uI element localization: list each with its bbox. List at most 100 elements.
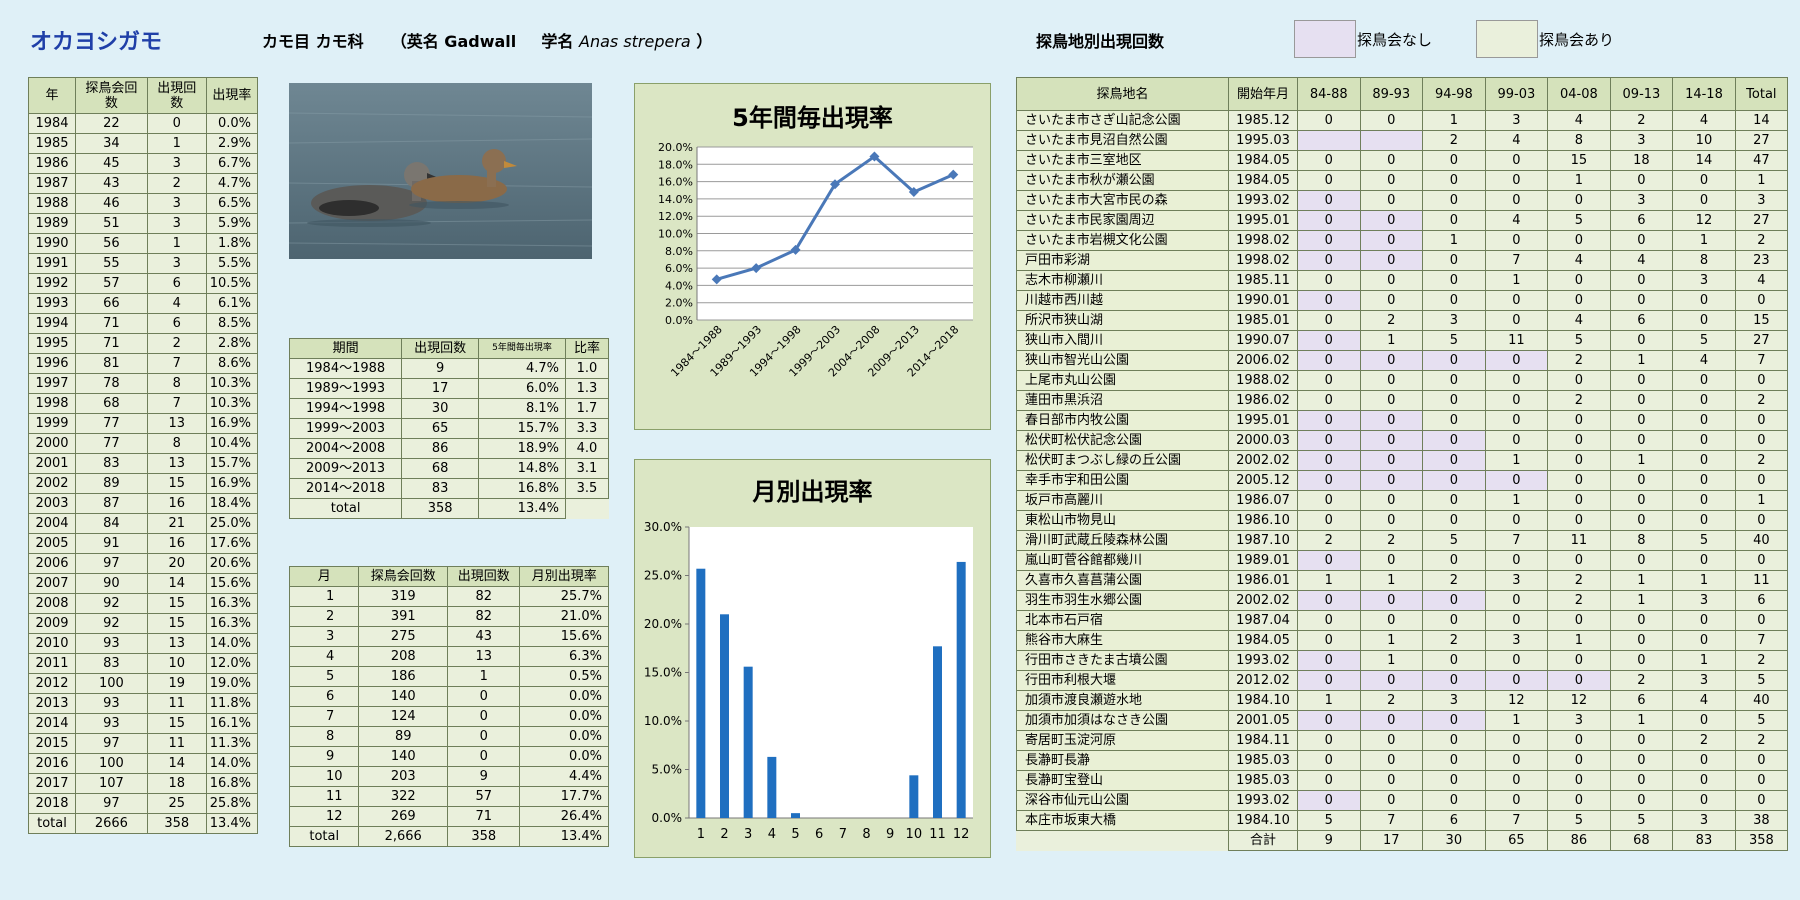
bar-y-tick-label: 0.0% bbox=[652, 811, 683, 825]
site-start-cell: 2006.02 bbox=[1228, 350, 1298, 371]
yearly-cell: 45 bbox=[75, 153, 148, 174]
site-total-row: 合計 9 17 30 65 86 68 83 358 bbox=[1017, 830, 1789, 851]
site-start-cell: 2002.02 bbox=[1228, 590, 1298, 611]
site-name-cell: 滑川町武蔵丘陵森林公園 bbox=[1016, 530, 1229, 551]
site-count-cell: 0 bbox=[1359, 490, 1424, 511]
site-count-cell: 0 bbox=[1297, 110, 1361, 131]
bar-x-tick-label: 9 bbox=[886, 827, 894, 842]
site-count-cell: 0 bbox=[1484, 430, 1549, 451]
site-count-cell: 0 bbox=[1547, 730, 1611, 751]
site-start-cell: 1990.07 bbox=[1228, 330, 1298, 351]
site-count-cell: 47 bbox=[1734, 150, 1789, 171]
site-count-cell: 0 bbox=[1297, 710, 1361, 731]
site-count-cell: 2 bbox=[1422, 130, 1486, 151]
site-name-cell: 上尾市丸山公園 bbox=[1016, 370, 1229, 391]
yearly-cell: 2.9% bbox=[205, 133, 259, 154]
yearly-cell: 2004 bbox=[28, 513, 76, 534]
site-count-cell: 0 bbox=[1547, 450, 1611, 471]
site-count-cell: 0 bbox=[1359, 110, 1424, 131]
site-count-cell: 0 bbox=[1297, 230, 1361, 251]
site-count-cell: 0 bbox=[1547, 750, 1611, 771]
site-count-cell: 1 bbox=[1609, 590, 1674, 611]
site-count-cell: 0 bbox=[1609, 170, 1674, 191]
bar-y-tick-label: 15.0% bbox=[644, 666, 682, 680]
yearly-cell: 2016 bbox=[28, 753, 76, 774]
monthly-table-row: 9 140 0 0.0% bbox=[288, 746, 609, 767]
line-y-tick-label: 0.0% bbox=[665, 314, 693, 327]
site-table-row: 幸手市宇和田公園 2005.12 0 0 0 0 0 0 0 0 bbox=[1016, 470, 1789, 491]
monthly-cell: 203 bbox=[358, 766, 448, 787]
yearly-cell: 1985 bbox=[28, 133, 76, 154]
site-count-cell: 4 bbox=[1672, 110, 1736, 131]
site-start-cell: 2012.02 bbox=[1228, 670, 1298, 691]
yearly-cell: 18.4% bbox=[205, 493, 259, 514]
site-count-cell: 2 bbox=[1734, 730, 1789, 751]
site-count-cell: 0 bbox=[1422, 470, 1486, 491]
site-table-row: 行田市利根大堰 2012.02 0 0 0 0 0 2 3 5 bbox=[1016, 670, 1789, 691]
site-name-cell: さいたま市見沼自然公園 bbox=[1016, 130, 1229, 151]
site-count-cell: 0 bbox=[1672, 770, 1736, 791]
site-count-cell: 0 bbox=[1422, 170, 1486, 191]
period-cell: 6.0% bbox=[478, 378, 566, 399]
period-total-blank bbox=[565, 499, 608, 519]
period-cell: 1.7 bbox=[564, 398, 610, 419]
site-count-cell: 0 bbox=[1734, 470, 1789, 491]
site-count-cell: 0 bbox=[1484, 750, 1549, 771]
period-table-row: 2014～2018 83 16.8% 3.5 bbox=[288, 478, 610, 499]
site-header-cell: 89-93 bbox=[1359, 77, 1424, 111]
site-count-cell: 2 bbox=[1672, 730, 1736, 751]
site-count-cell: 4 bbox=[1734, 270, 1789, 291]
english-name: （英名 Gadwall bbox=[390, 32, 517, 51]
monthly-cell: 43 bbox=[446, 626, 521, 647]
monthly-table-row: total 2,666 358 13.4% bbox=[288, 826, 609, 847]
site-count-cell: 40 bbox=[1734, 690, 1789, 711]
site-table-row: 滑川町武蔵丘陵森林公園 1987.10 2 2 5 7 11 8 5 40 bbox=[1016, 530, 1789, 551]
site-count-cell: 7 bbox=[1484, 530, 1549, 551]
site-count-cell: 0 bbox=[1297, 250, 1361, 271]
site-count-cell: 0 bbox=[1359, 230, 1424, 251]
site-count-cell: 0 bbox=[1672, 290, 1736, 311]
period-cell: 2009～2013 bbox=[288, 458, 403, 479]
site-table-row: 松伏町松伏記念公園 2000.03 0 0 0 0 0 0 0 0 bbox=[1016, 430, 1789, 451]
monthly-cell: 0.0% bbox=[519, 746, 609, 767]
yearly-cell: 10 bbox=[146, 653, 207, 674]
period-header-cell: 比率 bbox=[564, 338, 610, 359]
yearly-table-row: 2006 97 20 20.6% bbox=[28, 553, 259, 574]
site-count-cell: 1 bbox=[1734, 170, 1789, 191]
yearly-header-cell: 探鳥会回数 bbox=[75, 77, 148, 114]
yearly-cell: 14 bbox=[146, 753, 207, 774]
monthly-cell: 0 bbox=[446, 706, 521, 727]
site-count-cell: 0 bbox=[1297, 790, 1361, 811]
site-count-cell: 0 bbox=[1609, 290, 1674, 311]
site-start-cell: 2002.02 bbox=[1228, 450, 1298, 471]
line-y-tick-label: 16.0% bbox=[658, 176, 693, 189]
site-count-cell: 0 bbox=[1672, 610, 1736, 631]
yearly-cell: 16.8% bbox=[205, 773, 259, 794]
site-count-cell: 0 bbox=[1422, 290, 1486, 311]
yearly-cell: 43 bbox=[75, 173, 148, 194]
site-table-row: 行田市さきたま古墳公園 1993.02 0 1 0 0 0 0 1 2 bbox=[1016, 650, 1789, 671]
site-count-cell: 0 bbox=[1359, 350, 1424, 371]
site-table: 探鳥地名 開始年月 84-88 89-93 94-98 99-03 04-08 09-13 14… bbox=[1016, 77, 1789, 851]
period-table-row: 1999～2003 65 15.7% 3.3 bbox=[288, 418, 610, 439]
site-name-cell: 所沢市狭山湖 bbox=[1016, 310, 1229, 331]
site-count-cell: 0 bbox=[1359, 790, 1424, 811]
site-count-cell: 0 bbox=[1484, 790, 1549, 811]
yearly-cell: 97 bbox=[75, 793, 148, 814]
site-count-cell: 0 bbox=[1609, 470, 1674, 491]
site-count-cell: 2 bbox=[1609, 110, 1674, 131]
monthly-cell: 82 bbox=[446, 586, 521, 607]
site-count-cell: 0 bbox=[1609, 230, 1674, 251]
site-count-cell: 2 bbox=[1734, 650, 1789, 671]
site-count-cell: 0 bbox=[1297, 290, 1361, 311]
site-start-cell: 1986.10 bbox=[1228, 510, 1298, 531]
period-cell: 3.3 bbox=[564, 418, 610, 439]
site-count-cell: 0 bbox=[1422, 410, 1486, 431]
site-start-cell: 1985.01 bbox=[1228, 310, 1298, 331]
yearly-cell: 2007 bbox=[28, 573, 76, 594]
monthly-cell: 0 bbox=[446, 726, 521, 747]
site-count-cell: 0 bbox=[1609, 650, 1674, 671]
site-count-cell: 2 bbox=[1734, 450, 1789, 471]
site-count-cell: 0 bbox=[1422, 370, 1486, 391]
monthly-cell: 1 bbox=[446, 666, 521, 687]
